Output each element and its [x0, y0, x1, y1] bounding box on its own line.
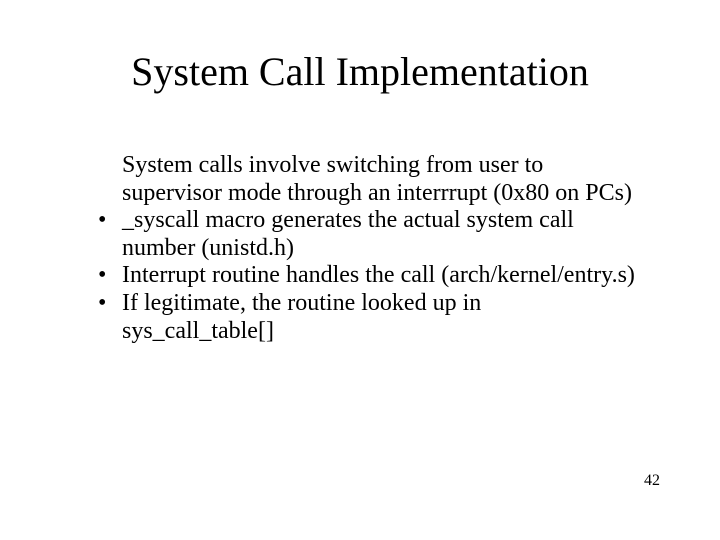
list-item: • _syscall macro generates the actual sy… [98, 207, 638, 262]
list-item-text: System calls involve switching from user… [122, 152, 638, 207]
slide-title: System Call Implementation [0, 48, 720, 95]
slide: System Call Implementation System calls … [0, 0, 720, 540]
list-item: • Interrupt routine handles the call (ar… [98, 262, 638, 290]
list-item-text: Interrupt routine handles the call (arch… [122, 262, 638, 290]
list-item-text: If legitimate, the routine looked up in … [122, 290, 638, 345]
list-item: System calls involve switching from user… [98, 152, 638, 207]
list-item-text: _syscall macro generates the actual syst… [122, 207, 638, 262]
list-item: • If legitimate, the routine looked up i… [98, 290, 638, 345]
bullet-icon: • [98, 262, 122, 290]
bullet-icon: • [98, 207, 122, 235]
bullet-icon: • [98, 290, 122, 318]
page-number: 42 [644, 472, 660, 490]
slide-body: System calls involve switching from user… [98, 152, 638, 345]
